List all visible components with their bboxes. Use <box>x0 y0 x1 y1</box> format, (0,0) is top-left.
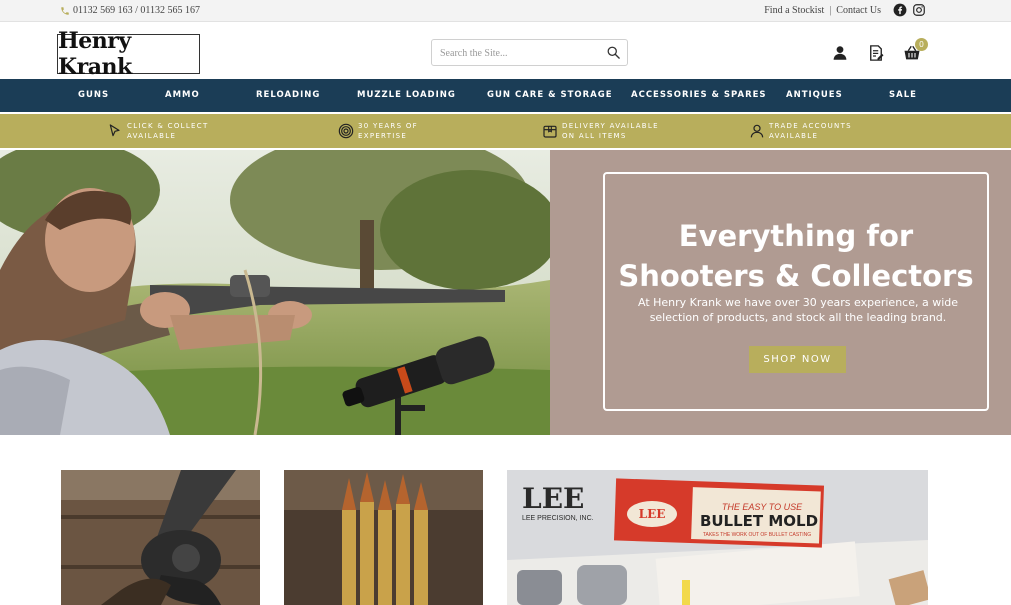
basket-count-badge: 0 <box>915 38 928 51</box>
social-links <box>893 3 926 22</box>
account-icon[interactable] <box>831 44 849 62</box>
link-separator: | <box>829 5 832 16</box>
usp-line: On All Items <box>562 132 627 140</box>
hero-subtitle-line: At Henry Krank we have over 30 years exp… <box>637 296 959 309</box>
hero-banner: Everything for Shooters & Collectors At … <box>0 150 1011 435</box>
site-header: Henry Krank 0 <box>0 22 1011 80</box>
nav-item-muzzle-loading[interactable]: MUZZLE LOADING <box>357 79 456 112</box>
box-logo-lee: LEE <box>639 507 666 521</box>
box-title: BULLET MOLD <box>700 512 818 530</box>
usp-delivery: Delivery Available On All Items <box>542 114 659 148</box>
usp-trade-accounts: Trade Accounts Available <box>749 114 852 148</box>
nav-item-guns[interactable]: GUNS <box>78 79 109 112</box>
lee-brand-subtitle: LEE PRECISION, INC. <box>522 515 594 522</box>
usp-line: Expertise <box>358 132 408 140</box>
facebook-icon[interactable] <box>893 3 907 22</box>
usp-line: Click & Collect <box>127 122 209 130</box>
lee-brand-logo: LEE <box>522 482 584 515</box>
logo-text: Henry Krank <box>58 28 132 80</box>
box-tagline: THE EASY TO USE <box>722 502 803 512</box>
usp-line: Available <box>127 132 177 140</box>
category-tile-guns[interactable] <box>61 470 260 605</box>
nav-item-gun-care-storage[interactable]: GUN CARE & STORAGE <box>487 79 613 112</box>
nav-item-reloading[interactable]: RELOADING <box>256 79 320 112</box>
top-links: Find a Stockist | Contact Us <box>764 5 881 16</box>
hero-title-line: Shooters & Collectors <box>618 259 974 293</box>
user-icon <box>750 124 764 138</box>
cursor-icon <box>109 124 120 137</box>
target-icon <box>338 123 354 139</box>
category-tile-reloading[interactable]: LEE THE EASY TO USE BULLET MOLD TAKES TH… <box>507 470 928 605</box>
category-tile-ammo[interactable] <box>284 470 483 605</box>
hero-content-box: Everything for Shooters & Collectors At … <box>603 172 989 411</box>
box-small-text: TAKES THE WORK OUT OF BULLET CASTING <box>703 532 811 538</box>
usp-line: Trade Accounts <box>769 122 852 130</box>
hero-title: Everything for Shooters & Collectors <box>605 216 987 296</box>
top-bar: 01132 569 163 / 01132 565 167 Find a Sto… <box>0 0 1011 22</box>
usp-expertise: 30 Years of Expertise <box>338 114 418 148</box>
nav-item-antiques[interactable]: ANTIQUES <box>786 79 843 112</box>
basket-icon[interactable]: 0 <box>903 38 928 62</box>
nav-item-sale[interactable]: SALE <box>889 79 917 112</box>
usp-line: Delivery Available <box>562 122 659 130</box>
phone-text: 01132 569 163 / 01132 565 167 <box>73 5 201 16</box>
hero-image-shooter <box>0 150 550 435</box>
site-logo[interactable]: Henry Krank <box>57 28 200 80</box>
usp-click-collect: Click & Collect Available <box>107 114 209 148</box>
search-box <box>431 39 628 66</box>
shop-now-button[interactable]: SHOP NOW <box>749 346 846 373</box>
usp-line: Available <box>769 132 819 140</box>
package-icon <box>543 125 557 138</box>
hero-subtitle-line: selection of products, and stock all the… <box>649 311 947 324</box>
hero-subtitle: At Henry Krank we have over 30 years exp… <box>625 295 971 325</box>
phone-icon <box>61 6 69 15</box>
header-icons: 0 <box>831 38 928 62</box>
search-icon[interactable] <box>606 45 621 60</box>
nav-item-accessories-spares[interactable]: ACCESSORIES & SPARES <box>631 79 767 112</box>
hero-title-line: Everything for <box>678 219 914 253</box>
quote-list-icon[interactable] <box>867 44 885 62</box>
hero-panel: Everything for Shooters & Collectors At … <box>550 150 1011 435</box>
instagram-icon[interactable] <box>912 3 926 22</box>
main-navigation: GUNS AMMO RELOADING MUZZLE LOADING GUN C… <box>0 79 1011 112</box>
usp-line: 30 Years of <box>358 122 418 130</box>
nav-item-ammo[interactable]: AMMO <box>165 79 200 112</box>
usp-bar: Click & Collect Available 30 Years of Expe… <box>0 114 1011 148</box>
search-input[interactable] <box>440 44 600 62</box>
find-stockist-link[interactable]: Find a Stockist <box>764 5 824 16</box>
contact-us-link[interactable]: Contact Us <box>836 5 881 16</box>
phone-numbers[interactable]: 01132 569 163 / 01132 565 167 <box>60 5 200 16</box>
